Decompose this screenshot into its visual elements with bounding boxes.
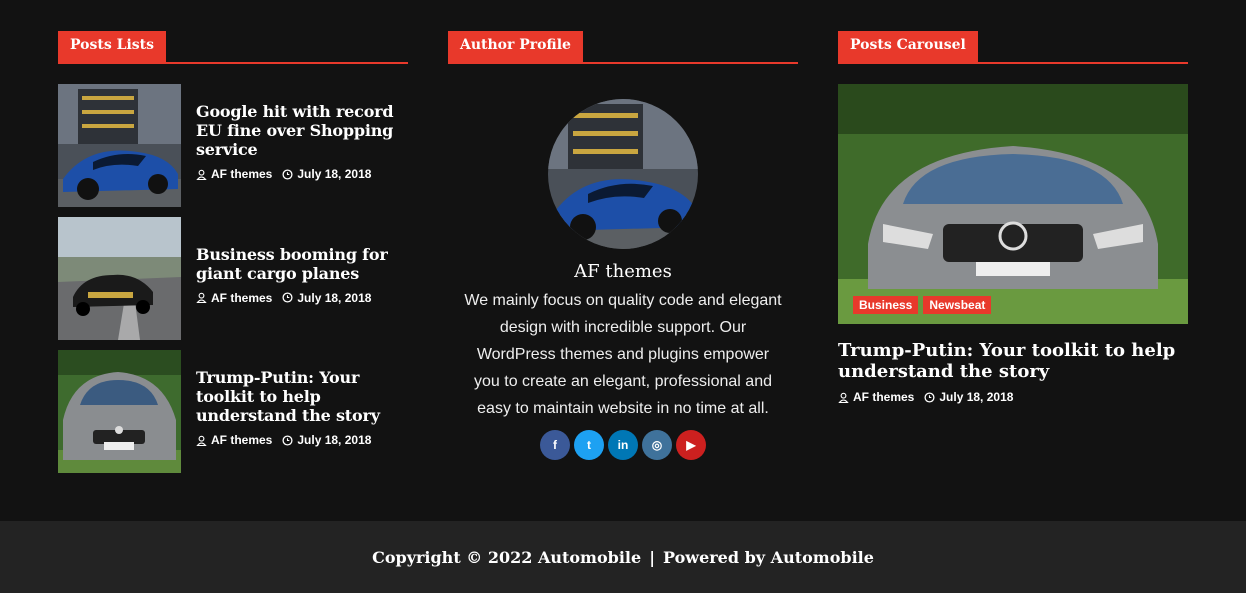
copyright-text: Copyright © 2022 Automobile <box>372 547 642 567</box>
post-date[interactable]: July 18, 2018 <box>939 390 1013 404</box>
author-name: AF themes <box>574 261 672 282</box>
author-bio: We mainly focus on quality code and eleg… <box>464 292 782 417</box>
posts-carousel-title: Posts Carousel <box>838 31 978 62</box>
author-profile-widget: Author Profile AF themes We mainly focus… <box>448 31 798 460</box>
tag-business[interactable]: Business <box>853 296 919 314</box>
user-icon <box>838 392 849 403</box>
posts-list: Google hit with record EU fine over Shop… <box>58 84 408 473</box>
post-meta: AF themes July 18, 2018 <box>196 291 408 305</box>
youtube-icon[interactable]: ▶ <box>676 430 706 460</box>
powered-by-link[interactable]: Powered by Automobile <box>663 548 874 567</box>
footer-separator: | <box>649 547 656 567</box>
posts-carousel-widget: Posts Carousel Business Newsbeat Trump-P… <box>838 31 1188 404</box>
user-icon <box>196 169 207 180</box>
carousel-post-title[interactable]: Trump-Putin: Your toolkit to help unders… <box>838 340 1188 382</box>
list-item: Business booming for giant cargo planes … <box>58 217 408 340</box>
post-thumbnail[interactable] <box>58 84 181 207</box>
post-author[interactable]: AF themes <box>211 167 272 181</box>
post-author[interactable]: AF themes <box>211 291 272 305</box>
post-date[interactable]: July 18, 2018 <box>297 291 371 305</box>
post-title-link[interactable]: Google hit with record EU fine over Shop… <box>196 102 408 159</box>
clock-icon <box>924 391 935 403</box>
post-title-link[interactable]: Business booming for giant cargo planes <box>196 245 408 283</box>
clock-icon <box>282 434 293 446</box>
linkedin-icon[interactable]: in <box>608 430 638 460</box>
list-item: Trump-Putin: Your toolkit to help unders… <box>58 350 408 473</box>
post-thumbnail[interactable] <box>58 350 181 473</box>
post-meta: AF themes July 18, 2018 <box>196 167 408 181</box>
post-author[interactable]: AF themes <box>853 390 914 404</box>
post-date[interactable]: July 18, 2018 <box>297 433 371 447</box>
post-meta: AF themes July 18, 2018 <box>196 433 408 447</box>
widget-title: Posts Lists <box>58 31 408 64</box>
post-meta: AF themes July 18, 2018 <box>838 390 1188 404</box>
social-links: f t in ◎ ▶ <box>448 430 798 460</box>
post-thumbnail[interactable] <box>58 217 181 340</box>
user-icon <box>196 435 207 446</box>
posts-lists-widget: Posts Lists Google hit with record EU fi… <box>58 31 408 483</box>
list-item: Google hit with record EU fine over Shop… <box>58 84 408 207</box>
instagram-icon[interactable]: ◎ <box>642 430 672 460</box>
facebook-icon[interactable]: f <box>540 430 570 460</box>
clock-icon <box>282 292 293 303</box>
avatar[interactable] <box>548 99 698 249</box>
widget-title: Author Profile <box>448 31 798 64</box>
tag-newsbeat[interactable]: Newsbeat <box>923 296 992 314</box>
widget-title: Posts Carousel <box>838 31 1188 64</box>
carousel-slide: Business Newsbeat Trump-Putin: Your tool… <box>838 84 1188 404</box>
clock-icon <box>282 168 293 180</box>
post-author[interactable]: AF themes <box>211 433 272 447</box>
posts-lists-title: Posts Lists <box>58 31 166 62</box>
post-date[interactable]: July 18, 2018 <box>297 167 371 181</box>
site-footer: Copyright © 2022 Automobile | Powered by… <box>0 521 1246 593</box>
carousel-image[interactable]: Business Newsbeat <box>838 84 1188 324</box>
post-title-link[interactable]: Trump-Putin: Your toolkit to help unders… <box>196 368 408 425</box>
author-profile-title: Author Profile <box>448 31 583 62</box>
twitter-icon[interactable]: t <box>574 430 604 460</box>
post-tags: Business Newsbeat <box>853 296 992 314</box>
user-icon <box>196 292 207 303</box>
